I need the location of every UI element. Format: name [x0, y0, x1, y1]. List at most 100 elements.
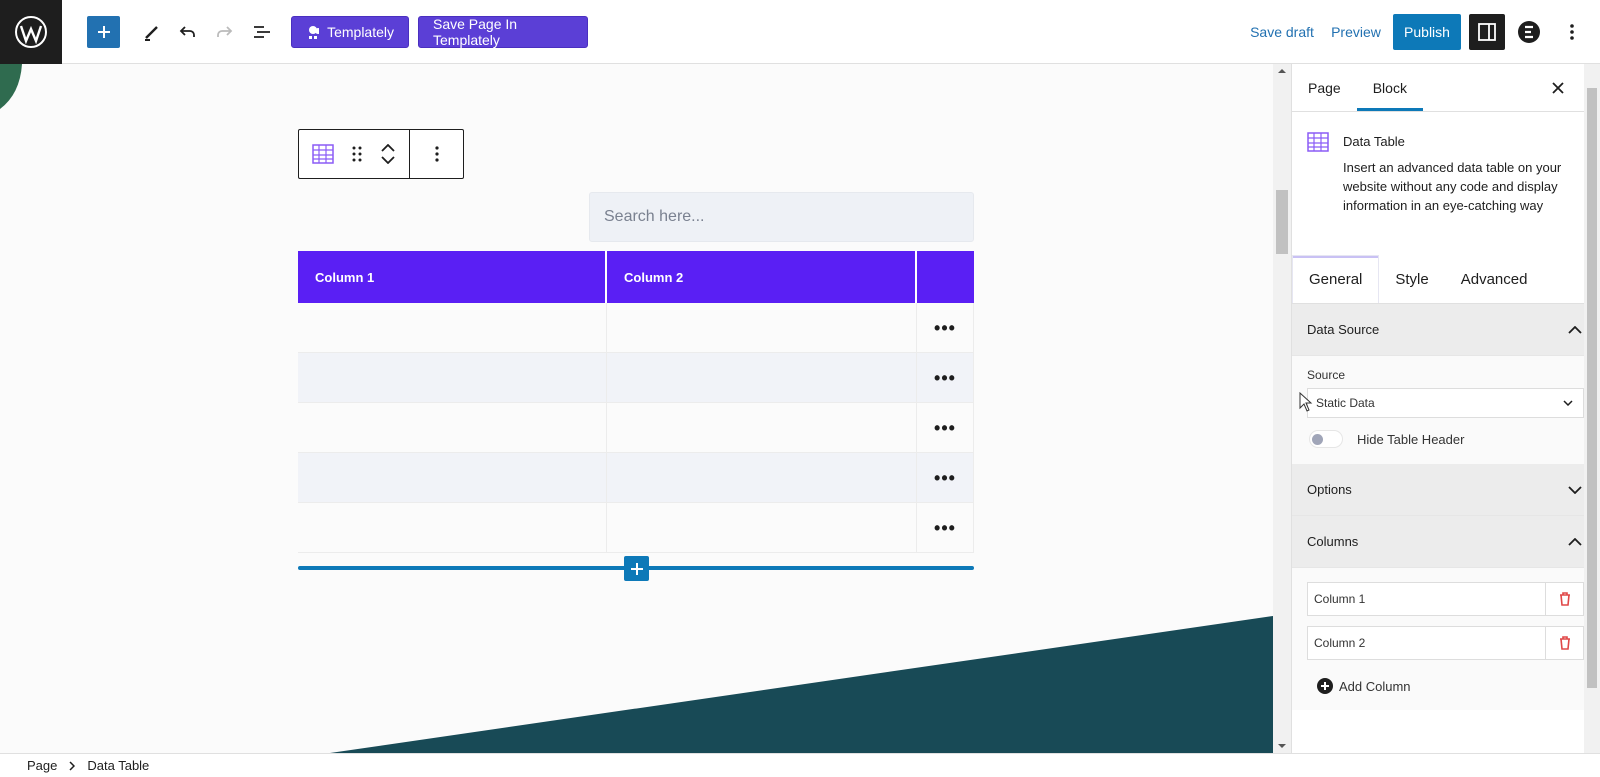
sidebar-scrollbar[interactable]	[1584, 64, 1600, 753]
panel-title: Data Source	[1307, 322, 1380, 337]
essential-blocks-button[interactable]	[1513, 16, 1545, 48]
table-cell[interactable]	[298, 503, 607, 552]
table-cell[interactable]	[607, 403, 917, 452]
templately-button[interactable]: Templately	[291, 16, 409, 48]
wordpress-icon	[15, 16, 47, 48]
redo-icon	[217, 26, 233, 37]
table-header-cell[interactable]: Column 2	[607, 251, 917, 303]
sidebar-icon	[1478, 23, 1496, 41]
templately-button-label: Templately	[327, 24, 394, 40]
delete-column-button[interactable]	[1546, 583, 1583, 615]
row-actions-button[interactable]: •••	[917, 453, 974, 502]
columns-panel-toggle[interactable]: Columns	[1292, 516, 1600, 568]
delete-column-button[interactable]	[1546, 627, 1583, 659]
settings-sidebar-toggle[interactable]	[1469, 14, 1505, 50]
block-description: Insert an advanced data table on your we…	[1343, 160, 1562, 213]
table-header-cell[interactable]	[917, 251, 974, 303]
tab-page[interactable]: Page	[1292, 64, 1357, 111]
editor-tabs: General Style Advanced	[1292, 255, 1600, 304]
block-title: Data Table	[1343, 134, 1405, 149]
table-icon	[1307, 132, 1329, 152]
add-column-button[interactable]: Add Column	[1317, 678, 1584, 694]
table-cell[interactable]	[607, 503, 917, 552]
block-card: Data Table Insert an advanced data table…	[1292, 112, 1600, 255]
preview-button[interactable]: Preview	[1328, 16, 1384, 48]
publish-label: Publish	[1404, 24, 1450, 40]
add-block-button[interactable]	[624, 556, 649, 581]
chevron-down-icon	[1568, 485, 1582, 494]
block-type-button[interactable]	[299, 130, 347, 178]
chevron-up-icon	[1568, 325, 1582, 334]
row-actions-button[interactable]: •••	[917, 353, 974, 402]
options-menu-button[interactable]	[1557, 16, 1587, 48]
canvas-scrollbar-thumb[interactable]	[1276, 190, 1288, 254]
tab-block[interactable]: Block	[1357, 64, 1423, 111]
row-actions-button[interactable]: •••	[917, 503, 974, 552]
tools-button[interactable]	[136, 16, 168, 48]
hide-header-row: Hide Table Header	[1307, 430, 1584, 448]
editor-canvas: Search here... Column 1 Column 2 ••• •••…	[0, 64, 1273, 753]
block-toolbar	[298, 129, 464, 179]
hide-table-header-toggle[interactable]	[1309, 430, 1343, 448]
chevron-down-icon[interactable]	[381, 156, 395, 164]
table-cell[interactable]	[298, 303, 607, 352]
row-actions-button[interactable]: •••	[917, 403, 974, 452]
column-name-input[interactable]: Column 1	[1308, 583, 1546, 615]
search-placeholder: Search here...	[604, 208, 705, 225]
table-cell[interactable]	[607, 303, 917, 352]
breadcrumb-item[interactable]: Page	[27, 758, 57, 773]
canvas-scrollbar[interactable]	[1273, 64, 1291, 753]
more-vertical-icon	[434, 146, 439, 162]
data-source-panel-toggle[interactable]: Data Source	[1292, 304, 1600, 356]
tab-style[interactable]: Style	[1379, 255, 1444, 303]
templately-icon	[309, 26, 320, 39]
table-cell[interactable]	[607, 453, 917, 502]
block-options-button[interactable]	[409, 130, 463, 178]
chevron-up-icon[interactable]	[381, 144, 395, 152]
trash-icon	[1559, 592, 1570, 606]
plus-icon	[97, 26, 110, 38]
editor-top-toolbar: Templately Save Page In Templately Save …	[0, 0, 1600, 64]
table-cell[interactable]	[607, 353, 917, 402]
scroll-down-icon[interactable]	[1273, 741, 1291, 751]
table-search-input[interactable]: Search here...	[589, 192, 974, 242]
undo-button[interactable]	[172, 16, 204, 48]
column-name-input[interactable]: Column 2	[1308, 627, 1546, 659]
pencil-icon	[145, 26, 158, 41]
document-overview-button[interactable]	[246, 16, 278, 48]
trash-icon	[1559, 636, 1570, 650]
tab-general[interactable]: General	[1292, 255, 1380, 303]
table-cell[interactable]	[298, 453, 607, 502]
block-inserter-button[interactable]	[87, 16, 120, 48]
move-block-buttons[interactable]	[367, 130, 409, 178]
columns-panel: Column 1 Column 2 Add Column	[1292, 568, 1600, 710]
publish-button[interactable]: Publish	[1393, 14, 1461, 50]
tab-advanced[interactable]: Advanced	[1445, 255, 1544, 303]
preview-label: Preview	[1331, 24, 1381, 40]
table-cell[interactable]	[298, 353, 607, 402]
redo-button[interactable]	[208, 16, 240, 48]
close-sidebar-button[interactable]	[1546, 76, 1570, 100]
essential-blocks-icon	[1518, 21, 1540, 43]
more-horizontal-icon: •••	[934, 417, 956, 438]
table-row: •••	[298, 453, 974, 503]
scroll-up-icon[interactable]	[1273, 66, 1291, 76]
save-draft-button[interactable]: Save draft	[1247, 16, 1317, 48]
table-icon	[312, 144, 334, 164]
source-label: Source	[1307, 368, 1346, 382]
plus-icon	[630, 562, 643, 575]
row-actions-button[interactable]: •••	[917, 303, 974, 352]
table-row: •••	[298, 303, 974, 353]
sidebar-scrollbar-thumb[interactable]	[1587, 88, 1597, 688]
source-select[interactable]: Static Data	[1307, 388, 1584, 418]
table-row: •••	[298, 353, 974, 403]
table-header-cell[interactable]: Column 1	[298, 251, 607, 303]
breadcrumb-item[interactable]: Data Table	[87, 758, 149, 773]
data-table[interactable]: Column 1 Column 2 ••• ••• ••• ••• •••	[298, 251, 974, 553]
save-in-templately-button[interactable]: Save Page In Templately	[418, 16, 588, 48]
options-panel-toggle[interactable]: Options	[1292, 464, 1600, 516]
mouse-cursor-icon	[1299, 392, 1313, 412]
drag-handle[interactable]	[347, 130, 367, 178]
wordpress-logo-button[interactable]	[0, 0, 62, 64]
table-cell[interactable]	[298, 403, 607, 452]
